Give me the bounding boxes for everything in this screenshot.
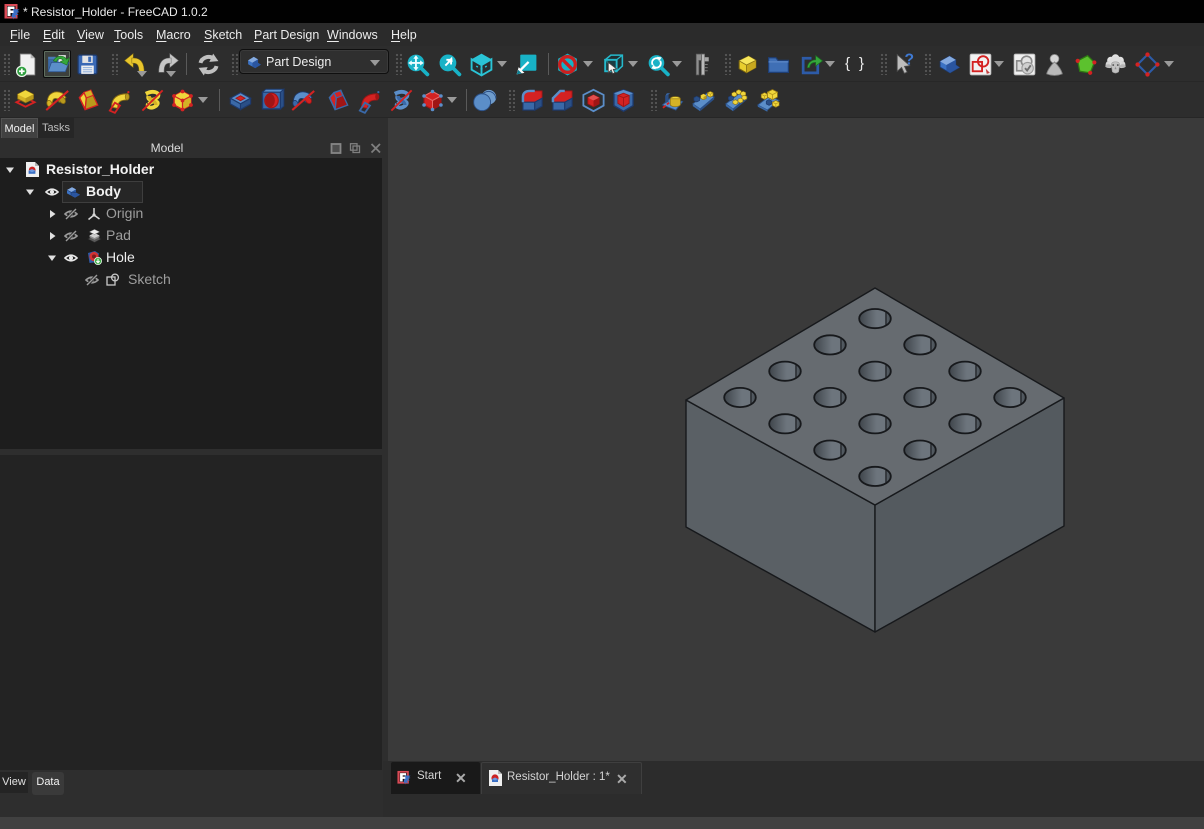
svg-text:?: ?	[904, 52, 914, 69]
